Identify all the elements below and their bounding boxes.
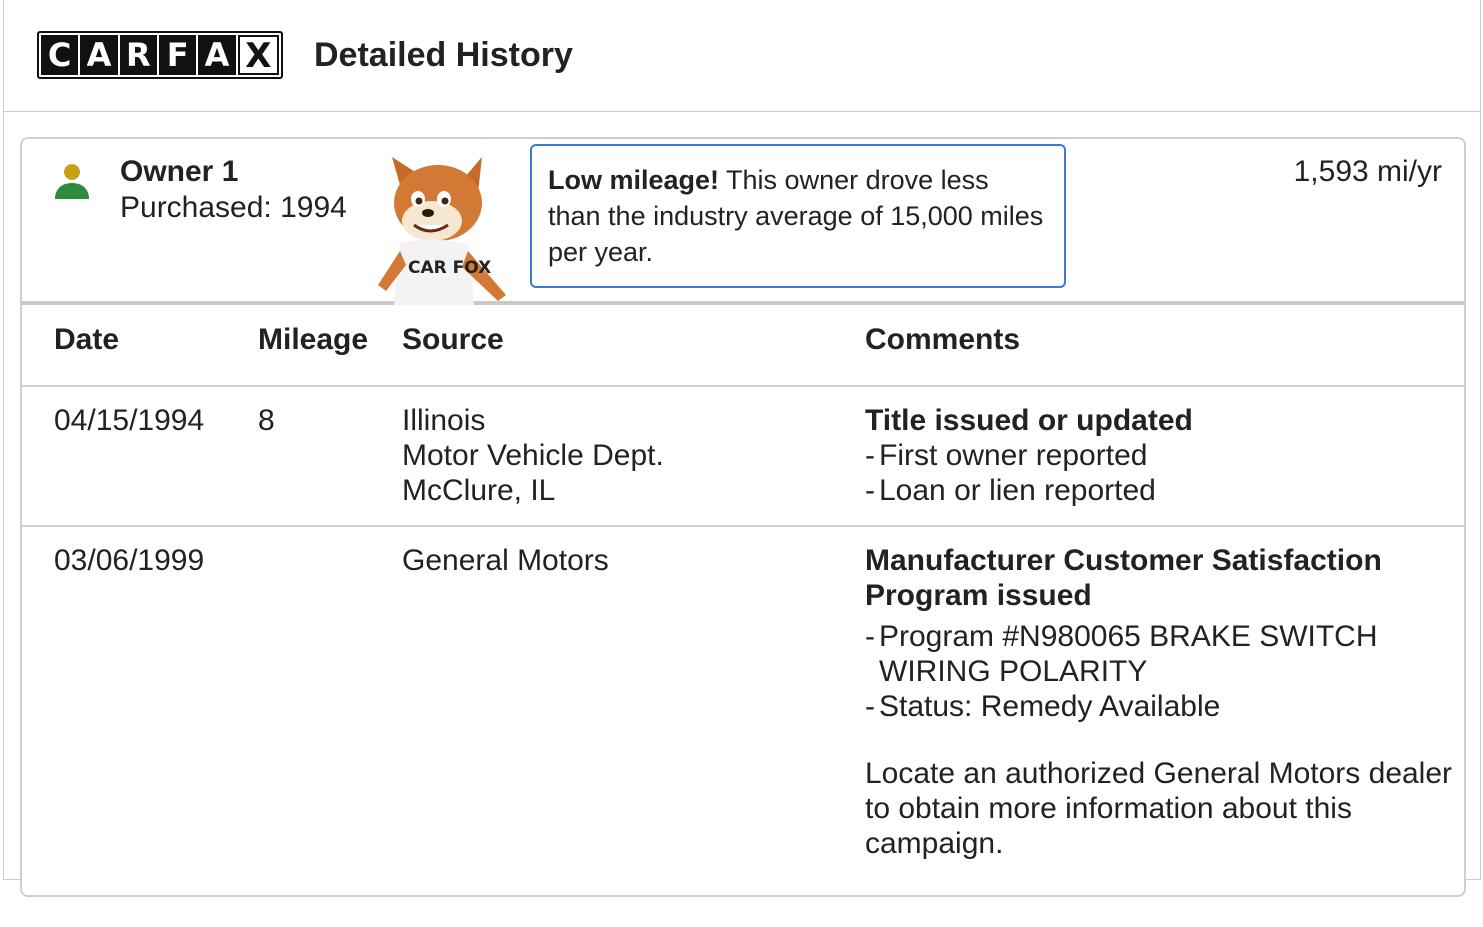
- page-frame: C A R F A X Detailed History Owner 1 Pur…: [3, 0, 1481, 897]
- owner-title: Owner 1: [120, 155, 239, 188]
- table-row: 03/06/1999 General Motors Manufacturer C…: [22, 527, 1464, 927]
- owner-purchased-year: Purchased: 1994: [120, 191, 347, 224]
- owner-summary: Owner 1 Purchased: 1994 CAR FOX Low mile…: [22, 139, 1464, 305]
- low-mileage-callout: Low mileage! This owner drove less than …: [530, 144, 1066, 288]
- source-line: Illinois: [402, 404, 486, 437]
- comment-item: Program #N980065 BRAKE SWITCH WIRING POL…: [865, 619, 1455, 689]
- report-header: C A R F A X Detailed History: [4, 0, 1480, 112]
- table-header-row: Date Mileage Source Comments: [22, 305, 1464, 387]
- logo-letter: F: [158, 35, 197, 75]
- page-title: Detailed History: [314, 36, 573, 74]
- logo-letter: R: [119, 35, 157, 75]
- comment-item: Loan or lien reported: [865, 473, 1455, 508]
- source-line: McClure, IL: [402, 474, 556, 507]
- col-header-date: Date: [54, 323, 120, 356]
- carfox-mascot-icon: CAR FOX: [378, 157, 506, 305]
- col-header-source: Source: [402, 323, 504, 356]
- source-line: General Motors: [402, 544, 609, 577]
- col-header-comments: Comments: [865, 323, 1021, 356]
- row-source: General Motors: [402, 543, 609, 578]
- miles-per-year: 1,593 mi/yr: [1293, 155, 1442, 188]
- comment-title: Title issued or updated: [865, 404, 1193, 437]
- table-row: 04/15/1994 8 Illinois Motor Vehicle Dept…: [22, 387, 1464, 527]
- col-header-mileage: Mileage: [258, 323, 369, 356]
- logo-letter: A: [80, 35, 118, 75]
- person-icon: [55, 164, 89, 199]
- row-date: 03/06/1999: [54, 544, 205, 577]
- row-source: Illinois Motor Vehicle Dept. McClure, IL: [402, 403, 664, 508]
- row-comments: Title issued or updated First owner repo…: [865, 403, 1455, 508]
- callout-heading: Low mileage!: [548, 165, 720, 195]
- mascot-shirt-text: CAR FOX: [408, 258, 491, 278]
- row-comments: Manufacturer Customer Satisfaction Progr…: [865, 543, 1455, 861]
- logo-letter: A: [198, 35, 236, 75]
- owner-history-card: Owner 1 Purchased: 1994 CAR FOX Low mile…: [20, 137, 1466, 897]
- logo-letter: X: [237, 35, 279, 75]
- comment-note: Locate an authorized General Motors deal…: [865, 757, 1453, 860]
- comment-item: First owner reported: [865, 438, 1455, 473]
- logo-letter: C: [41, 35, 79, 75]
- comment-title: Manufacturer Customer Satisfaction Progr…: [865, 544, 1382, 612]
- source-line: Motor Vehicle Dept.: [402, 439, 664, 472]
- carfax-logo[interactable]: C A R F A X: [37, 31, 283, 79]
- comment-item: Status: Remedy Available: [865, 689, 1455, 724]
- row-date: 04/15/1994: [54, 404, 205, 437]
- row-mileage: 8: [258, 404, 275, 437]
